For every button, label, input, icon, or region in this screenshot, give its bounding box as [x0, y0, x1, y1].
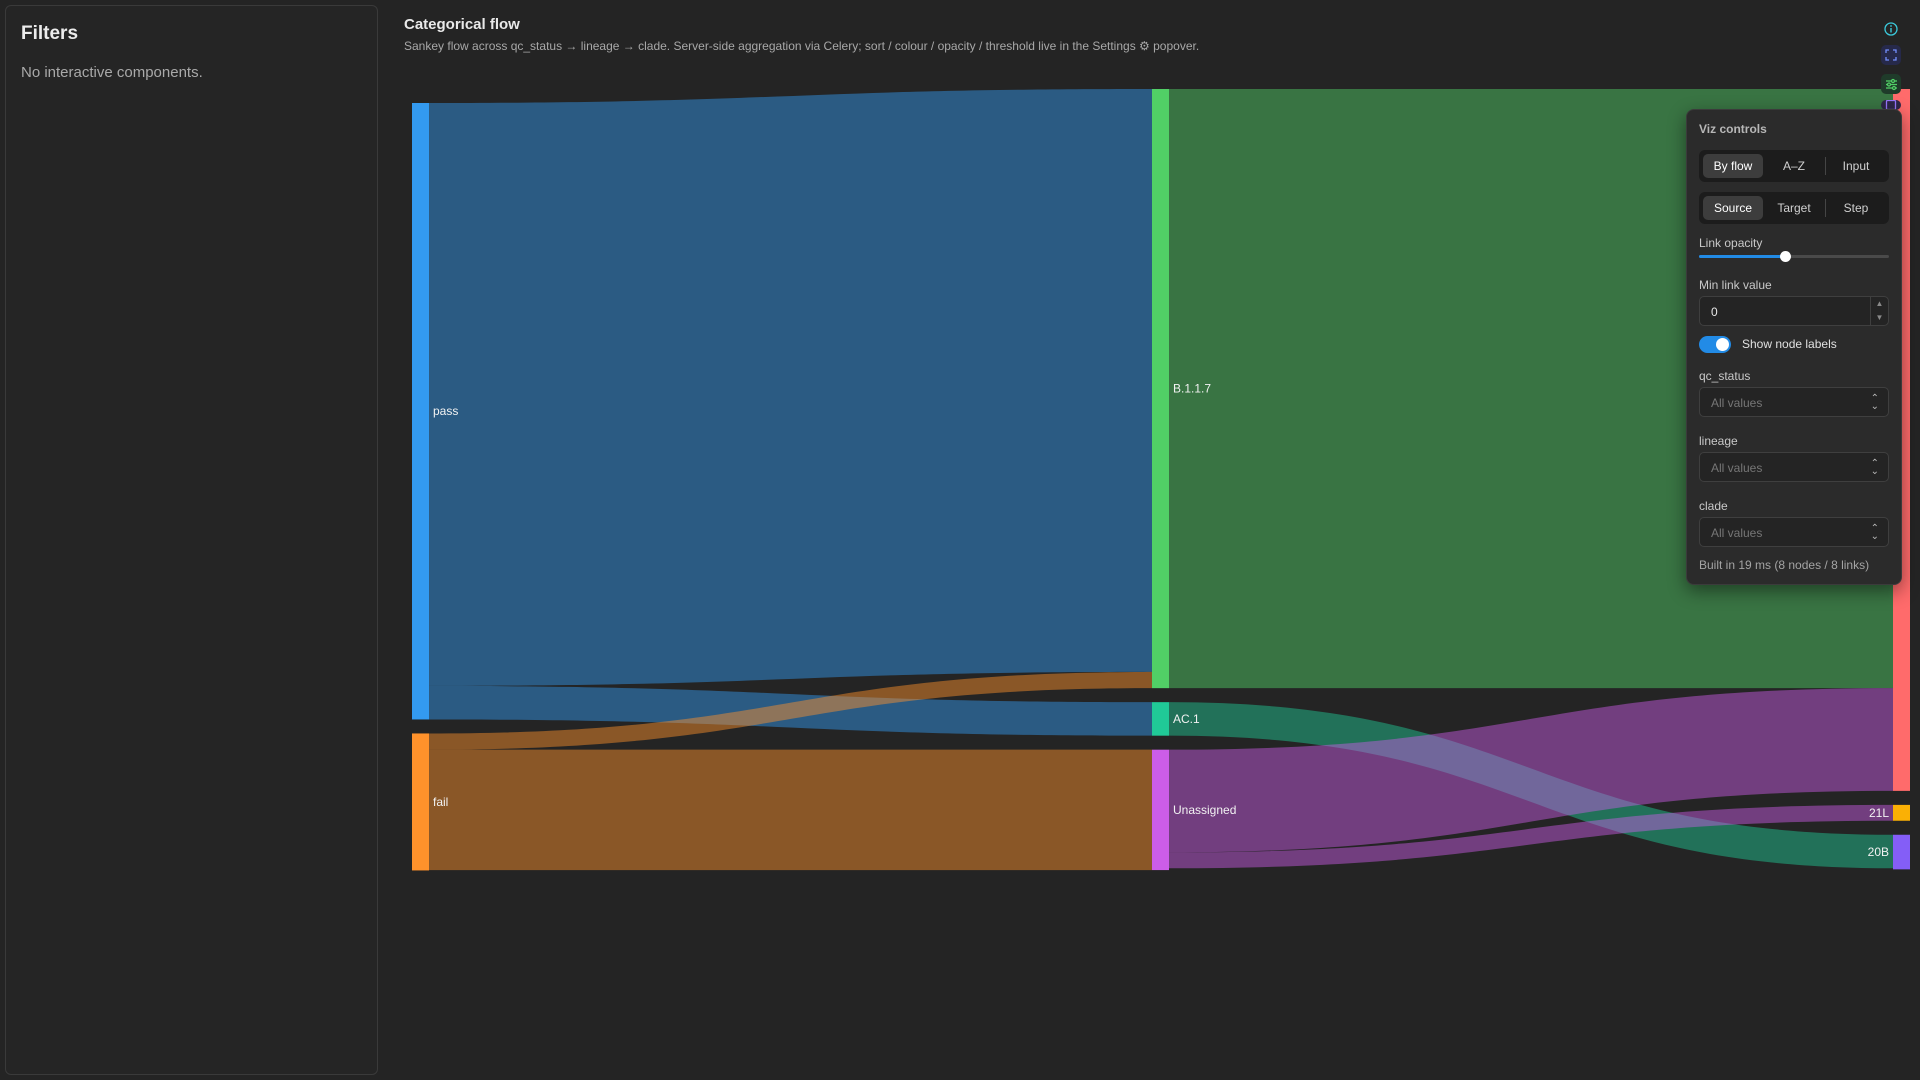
sankey-node-label: Unassigned — [1173, 803, 1236, 817]
sankey-link-pass-to-b-1-1-7[interactable] — [429, 89, 1152, 686]
filter-label-lineage: lineage — [1699, 434, 1738, 448]
sankey-chart: pass fail B.1.1.7 AC.1 Unassigned 21L 20B — [412, 89, 1910, 871]
show-labels-toggle[interactable] — [1699, 336, 1731, 353]
viz-controls-panel: Viz controls By flow A–Z Input Source Ta… — [1686, 109, 1902, 585]
sankey-node-label: pass — [433, 404, 458, 418]
lineage-select[interactable]: All values ⌃ ⌄ — [1699, 452, 1889, 482]
select-placeholder: All values — [1711, 396, 1763, 410]
select-placeholder: All values — [1711, 461, 1763, 475]
chevron-down-icon[interactable]: ▼ — [1871, 311, 1888, 325]
slider-thumb[interactable] — [1779, 251, 1791, 262]
select-placeholder: All values — [1711, 526, 1763, 540]
filter-label-qc-status: qc_status — [1699, 369, 1751, 383]
colour-segmented-control: Source Target Step — [1699, 192, 1889, 224]
settings-sliders-icon[interactable] — [1881, 74, 1901, 94]
sankey-node-label: B.1.1.7 — [1173, 382, 1211, 396]
chevron-updown-icon: ⌃ ⌄ — [1870, 393, 1879, 412]
sort-segmented-control: By flow A–Z Input — [1699, 150, 1889, 182]
sort-option-a-z[interactable]: A–Z — [1764, 154, 1824, 178]
qc-status-select[interactable]: All values ⌃ ⌄ — [1699, 387, 1889, 417]
link-opacity-label: Link opacity — [1699, 236, 1763, 250]
sankey-link-fail-to-unassigned[interactable] — [429, 749, 1152, 871]
sankey-node-label: AC.1 — [1173, 712, 1200, 726]
colour-option-source[interactable]: Source — [1703, 196, 1763, 220]
clade-select[interactable]: All values ⌃ ⌄ — [1699, 517, 1889, 547]
chevron-updown-icon: ⌃ ⌄ — [1870, 523, 1879, 542]
panel-title: Viz controls — [1699, 122, 1767, 136]
sankey-node-fail[interactable] — [412, 733, 429, 871]
sankey-node-label: fail — [433, 795, 448, 809]
min-link-label: Min link value — [1699, 278, 1772, 292]
sankey-node-label: 21L — [1869, 806, 1889, 820]
sankey-node-label: 20B — [1868, 845, 1889, 859]
info-icon[interactable] — [1881, 19, 1901, 39]
number-stepper[interactable]: ▲ ▼ — [1870, 297, 1888, 325]
sort-option-input[interactable]: Input — [1826, 154, 1886, 178]
sankey-node-21l[interactable] — [1893, 804, 1910, 821]
filter-label-clade: clade — [1699, 499, 1728, 513]
sankey-node-ac-1[interactable] — [1152, 702, 1169, 736]
chevron-up-icon[interactable]: ▲ — [1871, 297, 1888, 311]
chevron-updown-icon: ⌃ ⌄ — [1870, 458, 1879, 477]
min-link-value: 0 — [1711, 305, 1718, 319]
link-opacity-slider[interactable] — [1699, 251, 1889, 262]
colour-option-target[interactable]: Target — [1764, 196, 1824, 220]
sankey-node-unassigned[interactable] — [1152, 749, 1169, 871]
sankey-node-pass[interactable] — [412, 103, 429, 720]
toggle-knob — [1716, 338, 1729, 351]
slider-fill — [1699, 255, 1785, 258]
min-link-input[interactable]: 0 ▲ ▼ — [1699, 296, 1889, 326]
sankey-node-b-1-1-7[interactable] — [1152, 89, 1169, 689]
show-labels-label: Show node labels — [1742, 337, 1837, 351]
expand-icon[interactable] — [1881, 45, 1901, 65]
colour-option-step[interactable]: Step — [1826, 196, 1886, 220]
build-info: Built in 19 ms (8 nodes / 8 links) — [1699, 558, 1870, 572]
sankey-node-20b[interactable] — [1893, 834, 1910, 870]
sort-option-by-flow[interactable]: By flow — [1703, 154, 1763, 178]
